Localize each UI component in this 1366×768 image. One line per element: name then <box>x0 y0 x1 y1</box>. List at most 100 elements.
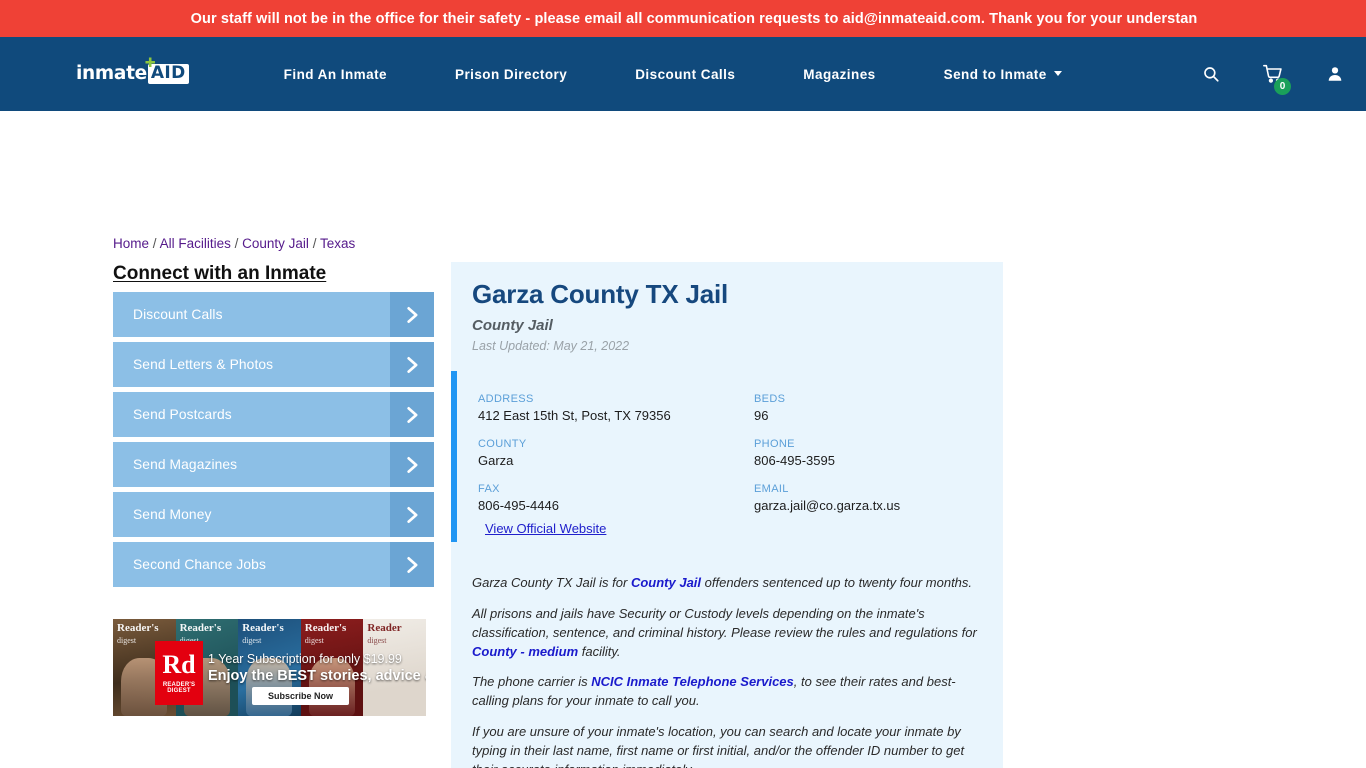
view-official-website-link[interactable]: View Official Website <box>485 521 606 536</box>
logo-badge: ✚ AID <box>145 57 189 84</box>
info-label: ADDRESS <box>478 393 534 405</box>
ad-cover-title: Reader's <box>242 623 284 634</box>
main-navbar: inmate ✚ AID Find An Inmate Prison Direc… <box>0 37 1366 111</box>
ad-cover-title: Reader <box>367 623 402 634</box>
ad-cover-subtitle: digest <box>117 636 137 645</box>
sidebar-item-label: Send Postcards <box>133 407 232 422</box>
link-ncic-telephone-services[interactable]: NCIC Inmate Telephone Services <box>591 674 794 689</box>
nav-item-magazines[interactable]: Magazines <box>769 67 909 82</box>
info-label: COUNTY <box>478 438 527 450</box>
breadcrumb-separator: / <box>312 236 317 251</box>
sidebar-item-second-chance-jobs[interactable]: Second Chance Jobs <box>113 542 434 587</box>
page-body: Home / All Facilities / County Jail / Te… <box>0 111 1366 768</box>
sidebar-item-label: Send Money <box>133 507 212 522</box>
ad-cover-subtitle: digest <box>367 636 387 645</box>
ad-cover-subtitle: digest <box>304 636 324 645</box>
info-field-beds: BEDS 96 <box>754 393 988 423</box>
search-icon <box>1204 67 1219 82</box>
chevron-right-icon <box>390 292 434 337</box>
p2-text-b: facility. <box>578 643 621 659</box>
info-label: BEDS <box>754 393 786 405</box>
cart-button[interactable]: 0 <box>1242 64 1304 95</box>
breadcrumb-item-home[interactable]: Home <box>113 236 149 251</box>
ad-logo-mark: Rd <box>162 650 196 679</box>
user-icon <box>1328 67 1342 81</box>
link-county-medium[interactable]: County - medium <box>472 644 578 659</box>
nav-icon-group: 0 <box>1180 37 1366 111</box>
breadcrumb-item-county-jail[interactable]: County Jail <box>242 236 309 251</box>
ad-cover-title: Reader's <box>304 623 347 634</box>
ad-cover-subtitle: digest <box>242 636 262 645</box>
chevron-right-icon <box>390 542 434 587</box>
nav-item-find-an-inmate[interactable]: Find An Inmate <box>250 67 421 82</box>
ad-subheadline: Enjoy the BEST stories, advice & jokes! <box>208 668 426 684</box>
sidebar-item-send-letters-photos[interactable]: Send Letters & Photos <box>113 342 434 387</box>
sidebar-item-send-postcards[interactable]: Send Postcards <box>113 392 434 437</box>
sidebar-item-send-magazines[interactable]: Send Magazines <box>113 442 434 487</box>
p2-text-a: All prisons and jails have Security or C… <box>472 605 977 640</box>
info-value: 412 East 15th St, Post, TX 79356 <box>478 408 671 423</box>
search-button[interactable] <box>1180 65 1242 83</box>
facility-card: Garza County TX Jail County Jail Last Up… <box>451 262 1003 768</box>
description-paragraph-1: Garza County TX Jail is for County Jail … <box>472 574 988 593</box>
facility-info-grid: ADDRESS 412 East 15th St, Post, TX 79356… <box>478 393 988 513</box>
description-paragraph-4: If you are unsure of your inmate's locat… <box>472 724 965 768</box>
chevron-right-icon <box>390 392 434 437</box>
last-updated-text: Last Updated: May 21, 2022 <box>472 339 630 353</box>
page-title: Garza County TX Jail <box>472 279 729 309</box>
site-alert-text: Our staff will not be in the office for … <box>190 10 1198 27</box>
p1-text-b: offenders sentenced up to twenty four mo… <box>701 575 973 590</box>
chevron-right-icon <box>390 342 434 387</box>
ad-cover-title: Reader's <box>117 623 159 634</box>
readers-digest-logo: Rd READER'S DIGEST <box>155 641 203 705</box>
sidebar-item-discount-calls[interactable]: Discount Calls <box>113 292 434 337</box>
info-label: PHONE <box>754 438 795 450</box>
facility-description: Garza County TX Jail is for County Jail … <box>472 574 988 768</box>
p1-text-a: Garza County TX Jail is for <box>472 575 631 590</box>
account-button[interactable] <box>1304 65 1366 83</box>
info-label: EMAIL <box>754 483 789 495</box>
site-logo[interactable]: inmate ✚ AID <box>76 57 189 86</box>
sidebar-item-label: Send Magazines <box>133 457 238 472</box>
info-value: 806-495-3595 <box>754 453 835 468</box>
site-alert-banner: Our staff will not be in the office for … <box>0 0 1366 37</box>
info-field-phone: PHONE 806-495-3595 <box>754 438 988 468</box>
ad-subscribe-button[interactable]: Subscribe Now <box>252 687 350 705</box>
breadcrumb-separator: / <box>234 236 239 251</box>
info-label: FAX <box>478 483 500 495</box>
info-value: 806-495-4446 <box>478 498 559 513</box>
info-value: garza.jail@co.garza.tx.us <box>754 498 901 513</box>
info-value: Garza <box>478 453 514 468</box>
info-value: 96 <box>754 408 769 423</box>
facility-info-block: ADDRESS 412 East 15th St, Post, TX 79356… <box>451 371 1003 542</box>
p3-text-a: The phone carrier is <box>472 674 592 690</box>
breadcrumb-item-all-facilities[interactable]: All Facilities <box>160 236 231 251</box>
sidebar-item-label: Discount Calls <box>133 307 223 322</box>
link-county-jail[interactable]: County Jail <box>631 575 701 590</box>
description-paragraph-2: All prisons and jails have Security or C… <box>472 605 988 662</box>
sidebar-action-list: Discount Calls Send Letters & Photos Sen… <box>113 292 434 592</box>
ad-headline: 1 Year Subscription for only $19.99 <box>208 652 402 666</box>
sidebar-heading: Connect with an Inmate <box>113 263 327 284</box>
nav-item-prison-directory[interactable]: Prison Directory <box>421 67 601 82</box>
chevron-right-icon <box>390 442 434 487</box>
info-field-address: ADDRESS 412 East 15th St, Post, TX 79356 <box>478 393 754 423</box>
primary-nav: Find An Inmate Prison Directory Discount… <box>250 67 1096 82</box>
chevron-right-icon <box>390 492 434 537</box>
ad-logo-name: READER'S DIGEST <box>162 682 196 694</box>
plus-icon: ✚ <box>144 56 157 71</box>
breadcrumb-item-texas[interactable]: Texas <box>320 236 355 251</box>
nav-item-send-to-inmate[interactable]: Send to Inmate <box>910 67 1096 82</box>
cart-count-badge: 0 <box>1274 78 1291 95</box>
ad-cover-title: Reader's <box>179 623 222 634</box>
sidebar-item-label: Send Letters & Photos <box>133 357 274 372</box>
description-paragraph-3: The phone carrier is NCIC Inmate Telepho… <box>472 673 988 711</box>
sidebar-item-label: Second Chance Jobs <box>133 557 266 572</box>
facility-type: County Jail <box>472 317 553 334</box>
nav-item-discount-calls[interactable]: Discount Calls <box>601 67 769 82</box>
advertisement-banner[interactable]: Reader's digest Reader's digest Reader's… <box>113 619 426 716</box>
sidebar-item-send-money[interactable]: Send Money <box>113 492 434 537</box>
breadcrumb: Home / All Facilities / County Jail / Te… <box>113 236 355 251</box>
breadcrumb-separator: / <box>152 236 157 251</box>
logo-word: inmate <box>76 62 147 84</box>
